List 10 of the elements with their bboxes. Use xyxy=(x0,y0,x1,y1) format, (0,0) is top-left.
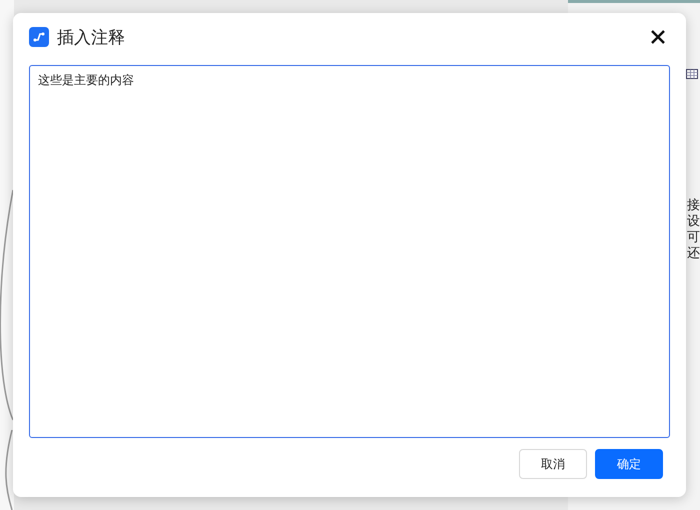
confirm-button[interactable]: 确定 xyxy=(595,449,663,479)
side-text: 可 xyxy=(687,230,700,246)
side-text: 还 xyxy=(687,246,700,262)
note-field[interactable]: 这些是主要的内容 xyxy=(29,65,670,438)
close-icon[interactable] xyxy=(650,29,666,45)
cancel-button[interactable]: 取消 xyxy=(519,449,587,479)
side-text: 接 xyxy=(687,198,700,214)
app-logo-icon xyxy=(29,27,49,47)
side-text: 设 xyxy=(687,214,700,230)
dialog-title: 插入注释 xyxy=(57,26,126,48)
